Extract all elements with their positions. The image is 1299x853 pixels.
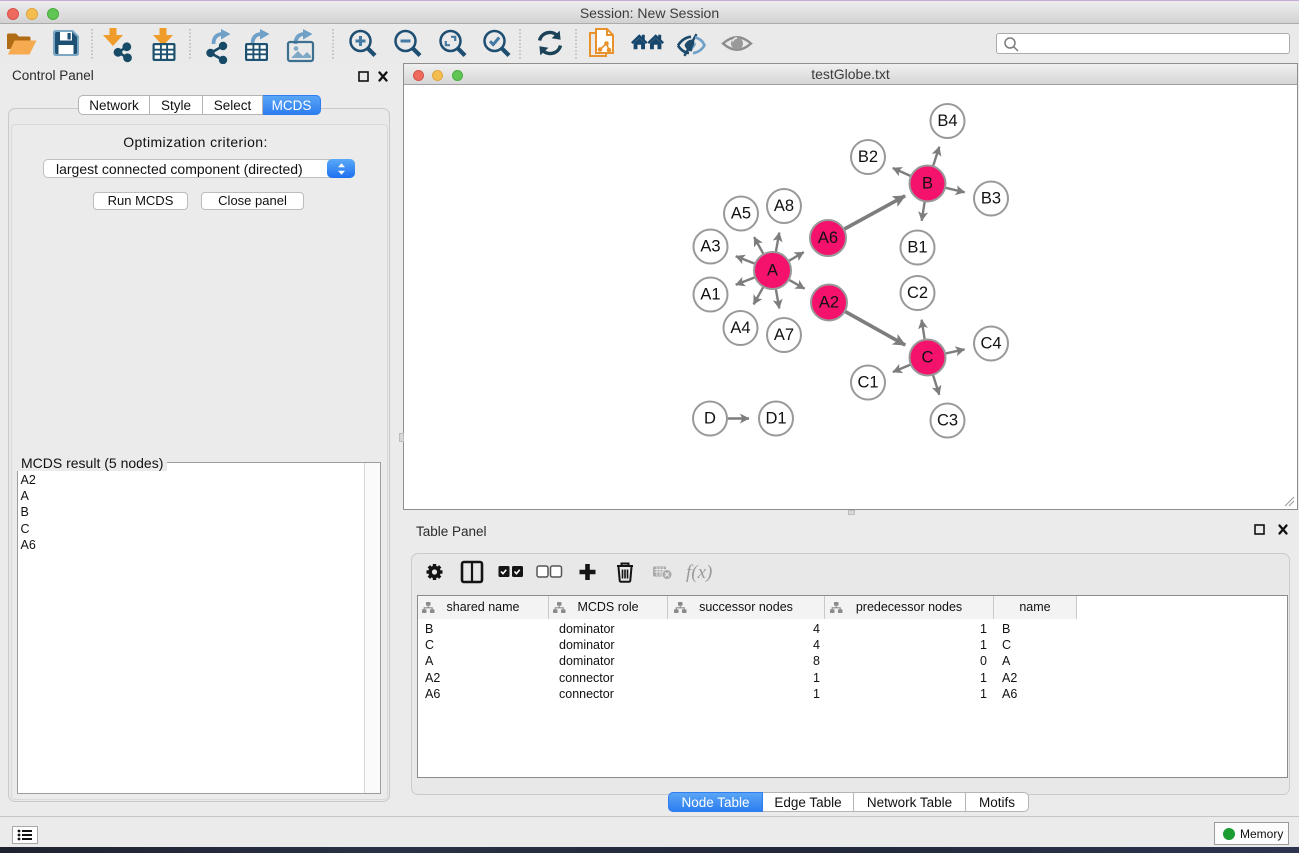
svg-text:C1: C1 [857, 374, 878, 392]
svg-text:D: D [704, 410, 716, 428]
svg-text:B2: B2 [858, 148, 878, 166]
svg-text:A7: A7 [774, 326, 794, 344]
svg-text:B1: B1 [907, 239, 927, 257]
svg-text:C4: C4 [980, 335, 1001, 353]
svg-text:C2: C2 [907, 284, 928, 302]
svg-text:B4: B4 [937, 112, 957, 130]
svg-text:A4: A4 [730, 319, 750, 337]
svg-text:C: C [922, 349, 934, 367]
svg-text:f(x): f(x) [686, 562, 712, 583]
svg-text:A3: A3 [700, 238, 720, 256]
svg-text:A: A [767, 262, 778, 280]
svg-text:A2: A2 [819, 294, 839, 312]
svg-text:B3: B3 [981, 190, 1001, 208]
svg-text:A6: A6 [818, 229, 838, 247]
svg-text:A1: A1 [700, 286, 720, 304]
svg-text:A5: A5 [731, 205, 751, 223]
svg-text:C3: C3 [937, 412, 958, 430]
svg-text:D1: D1 [765, 410, 786, 428]
svg-text:A8: A8 [774, 197, 794, 215]
svg-text:B: B [922, 175, 933, 193]
